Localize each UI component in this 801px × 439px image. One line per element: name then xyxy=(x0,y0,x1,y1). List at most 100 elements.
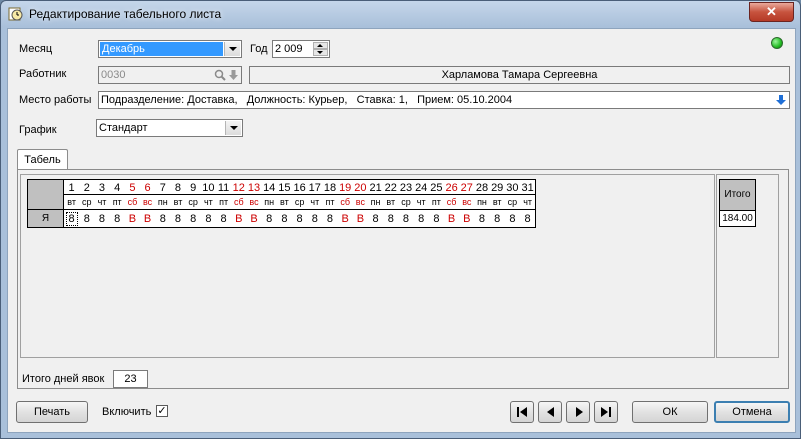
close-button[interactable]: ✕ xyxy=(749,2,794,22)
day-number: 12 xyxy=(231,179,248,195)
day-number: 11 xyxy=(216,179,233,195)
totals-panel: Итого 184.00 xyxy=(716,174,779,358)
day-hours-cell[interactable]: 8 xyxy=(200,210,217,228)
total-value[interactable]: 184.00 xyxy=(719,210,756,227)
day-weekday: ср xyxy=(185,195,202,210)
day-hours-cell[interactable]: 8 xyxy=(185,210,202,228)
window-title: Редактирование табельного листа xyxy=(29,7,222,21)
employee-code-field[interactable]: 0030 xyxy=(98,66,242,84)
day-hours-cell[interactable]: 8 xyxy=(307,210,324,228)
day-hours-cell[interactable]: В xyxy=(246,210,263,228)
schedule-label: График xyxy=(19,124,57,136)
day-weekday: вс xyxy=(352,195,369,210)
next-record-button[interactable] xyxy=(566,401,590,423)
employee-name-field: Харламова Тамара Сергеевна xyxy=(249,66,790,84)
day-hours-cell[interactable]: 8 xyxy=(474,210,491,228)
day-weekday: вс xyxy=(246,195,263,210)
arrow-down-icon[interactable] xyxy=(228,69,239,81)
day-hours-cell[interactable]: 8 xyxy=(216,210,233,228)
days-total-field: 23 xyxy=(113,370,148,388)
day-hours-cell[interactable]: В xyxy=(231,210,248,228)
tab-panel: Я 1 вт 8 2 ср 8 3 чт 8 4 пт 8 5 сб В 6 вс В 7 пн 8 8 вт 8 9 ср 8 10 ч… xyxy=(17,169,789,389)
day-weekday: пн xyxy=(474,195,491,210)
print-button[interactable]: Печать xyxy=(16,401,88,423)
day-weekday: пт xyxy=(216,195,233,210)
day-weekday: чт xyxy=(200,195,217,210)
day-number: 17 xyxy=(307,179,324,195)
dialog-body: Месяц Декабрь Год 2 009 Работник 0030 Ха… xyxy=(7,28,796,433)
title-bar[interactable]: Редактирование табельного листа ✕ xyxy=(1,1,800,27)
day-weekday: чт xyxy=(94,195,111,210)
clock-document-icon xyxy=(8,7,23,21)
month-select[interactable]: Декабрь xyxy=(98,40,242,58)
day-hours-cell[interactable]: 8 xyxy=(413,210,430,228)
day-hours-cell[interactable]: 8 xyxy=(170,210,187,228)
day-number: 10 xyxy=(200,179,217,195)
previous-record-button[interactable] xyxy=(538,401,562,423)
day-number: 8 xyxy=(170,179,187,195)
day-hours-cell[interactable]: В xyxy=(124,210,141,228)
day-hours-cell[interactable]: 8 xyxy=(292,210,309,228)
day-hours-cell[interactable]: 8 xyxy=(520,210,537,228)
year-label: Год xyxy=(250,43,268,55)
day-hours-cell[interactable]: 8 xyxy=(155,210,172,228)
next-record-icon xyxy=(576,407,583,417)
first-record-icon xyxy=(517,407,527,417)
day-hours-cell[interactable]: В xyxy=(459,210,476,228)
day-hours-cell[interactable]: 8 xyxy=(368,210,385,228)
day-number: 4 xyxy=(109,179,126,195)
day-weekday: вт xyxy=(170,195,187,210)
ok-button[interactable]: ОК xyxy=(632,401,708,423)
day-number: 22 xyxy=(383,179,400,195)
day-hours-cell[interactable]: 8 xyxy=(428,210,445,228)
day-hours-cell[interactable]: 8 xyxy=(64,210,81,228)
day-number: 29 xyxy=(489,179,506,195)
day-weekday: чт xyxy=(413,195,430,210)
day-hours-cell[interactable]: В xyxy=(352,210,369,228)
day-weekday: ср xyxy=(504,195,521,210)
day-hours-cell[interactable]: В xyxy=(140,210,157,228)
spin-down-icon[interactable] xyxy=(313,49,328,56)
day-weekday: ср xyxy=(79,195,96,210)
day-hours-cell[interactable]: 8 xyxy=(322,210,339,228)
last-record-icon xyxy=(601,407,611,417)
day-hours-cell[interactable]: 8 xyxy=(504,210,521,228)
dialog-window: Редактирование табельного листа ✕ Месяц … xyxy=(0,0,801,439)
day-weekday: вт xyxy=(489,195,506,210)
last-record-button[interactable] xyxy=(594,401,618,423)
day-number: 21 xyxy=(368,179,385,195)
schedule-select[interactable]: Стандарт xyxy=(96,119,243,137)
day-hours-cell[interactable]: В xyxy=(444,210,461,228)
first-record-button[interactable] xyxy=(510,401,534,423)
days-total-label: Итого дней явок xyxy=(22,373,105,385)
year-spinner[interactable]: 2 009 xyxy=(272,40,330,58)
workplace-label: Место работы xyxy=(19,94,92,106)
day-hours-cell[interactable]: 8 xyxy=(276,210,293,228)
day-hours-cell[interactable]: 8 xyxy=(79,210,96,228)
chevron-down-icon[interactable] xyxy=(224,42,240,56)
cancel-button[interactable]: Отмена xyxy=(714,401,790,423)
day-hours-cell[interactable]: В xyxy=(337,210,354,228)
day-hours-cell[interactable]: 8 xyxy=(489,210,506,228)
tab-tabel[interactable]: Табель xyxy=(17,149,68,170)
day-hours-cell[interactable]: 8 xyxy=(94,210,111,228)
day-weekday: ср xyxy=(292,195,309,210)
workplace-field[interactable]: Подразделение: Доставка, Должность: Курь… xyxy=(98,91,790,109)
day-number: 26 xyxy=(444,179,461,195)
spin-up-icon[interactable] xyxy=(313,42,328,49)
search-icon[interactable] xyxy=(214,69,226,81)
arrow-down-blue-icon[interactable] xyxy=(775,94,787,106)
day-hours-cell[interactable]: 8 xyxy=(109,210,126,228)
include-label: Включить xyxy=(102,406,152,418)
day-hours-cell[interactable]: 8 xyxy=(398,210,415,228)
day-number: 15 xyxy=(276,179,293,195)
day-weekday: сб xyxy=(444,195,461,210)
schedule-value: Стандарт xyxy=(99,122,148,134)
include-checkbox[interactable]: ✓ xyxy=(156,405,168,417)
day-weekday: пт xyxy=(428,195,445,210)
day-hours-cell[interactable]: 8 xyxy=(383,210,400,228)
day-hours-cell[interactable]: 8 xyxy=(261,210,278,228)
day-number: 27 xyxy=(459,179,476,195)
day-number: 25 xyxy=(428,179,445,195)
chevron-down-icon[interactable] xyxy=(225,121,241,135)
